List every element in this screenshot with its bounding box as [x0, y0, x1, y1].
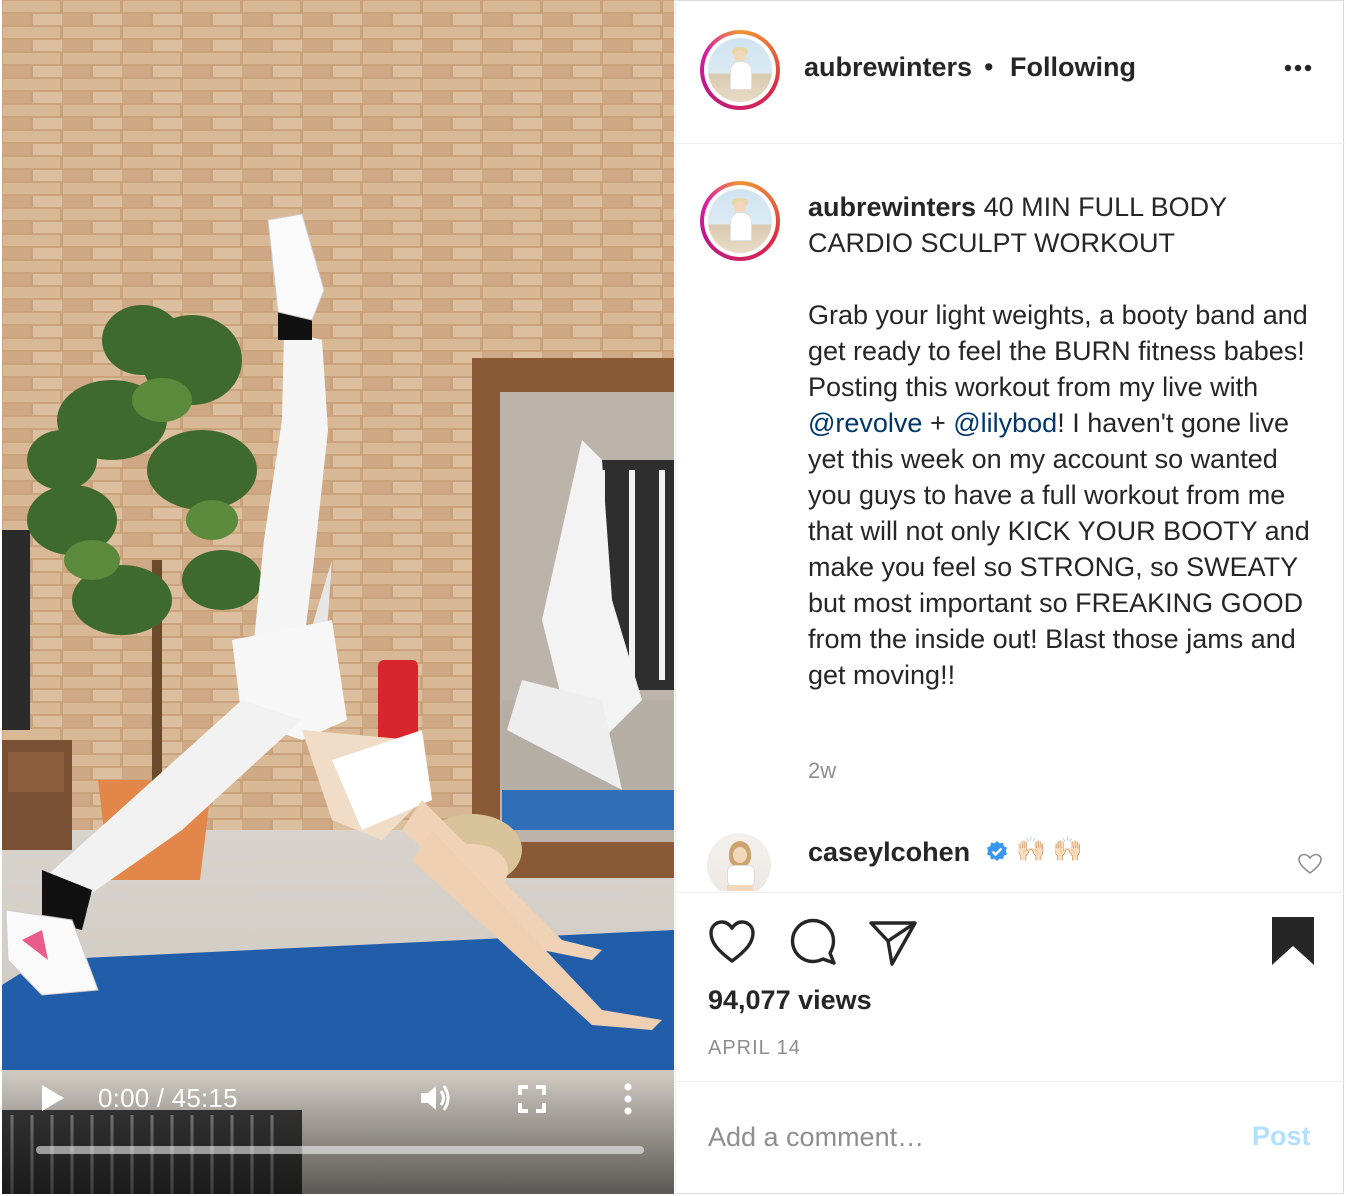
following-button[interactable]: Following [1010, 52, 1136, 83]
add-comment-section: Post [676, 1081, 1345, 1194]
more-vertical-icon[interactable] [618, 1082, 638, 1116]
mention-revolve[interactable]: @revolve [808, 408, 922, 438]
video-progress-bar[interactable] [36, 1146, 644, 1154]
post-side-panel: aubrewinters • Following aubrewinters 40… [675, 0, 1345, 1194]
caption-and-comments[interactable]: aubrewinters 40 MIN FULL BODY CARDIO SCU… [676, 143, 1345, 891]
caption-text: aubrewinters 40 MIN FULL BODY CARDIO SCU… [808, 189, 1328, 693]
commenter-username[interactable]: caseylcohen [808, 837, 970, 868]
video-player[interactable]: 0:00 / 45:15 [2, 0, 674, 1194]
author-avatar[interactable] [700, 30, 780, 110]
video-time-display: 0:00 / 45:15 [98, 1083, 238, 1113]
caption-plus: + [922, 408, 954, 438]
volume-icon[interactable] [418, 1080, 454, 1116]
caption-body-part2: ! I haven't gone live yet this week on m… [808, 408, 1310, 690]
commenter-avatar[interactable] [707, 833, 771, 891]
add-comment-input[interactable] [708, 1117, 1208, 1157]
comment-bubble-icon[interactable] [788, 917, 838, 967]
mention-lilybod[interactable]: @lilybod [953, 408, 1057, 438]
more-options-icon[interactable] [1280, 56, 1316, 80]
header-separator: • [984, 52, 994, 82]
caption-author-avatar[interactable] [700, 181, 780, 261]
header-username[interactable]: aubrewinters [804, 52, 972, 83]
comment-like-heart-icon[interactable] [1298, 853, 1322, 875]
share-paper-plane-icon[interactable] [868, 919, 918, 967]
comment-text: 🙌🏻 🙌🏻 [1016, 836, 1083, 863]
view-count[interactable]: 94,077 views [708, 985, 872, 1016]
post-comment-button[interactable]: Post [1252, 1121, 1311, 1152]
saved-bookmark-icon[interactable] [1270, 915, 1316, 967]
verified-badge-icon [987, 841, 1007, 861]
caption-time-ago[interactable]: 2w [808, 758, 836, 784]
play-icon[interactable] [40, 1084, 66, 1112]
post-date: APRIL 14 [708, 1037, 801, 1059]
caption-body-part1: Grab your light weights, a booty band an… [808, 300, 1308, 402]
caption-username[interactable]: aubrewinters [808, 192, 976, 222]
fullscreen-icon[interactable] [518, 1085, 546, 1113]
video-frame-image [2, 0, 674, 1194]
post-header: aubrewinters • Following [676, 0, 1345, 144]
post-actions: 94,077 views APRIL 14 [676, 892, 1345, 1082]
like-heart-icon[interactable] [708, 919, 756, 965]
